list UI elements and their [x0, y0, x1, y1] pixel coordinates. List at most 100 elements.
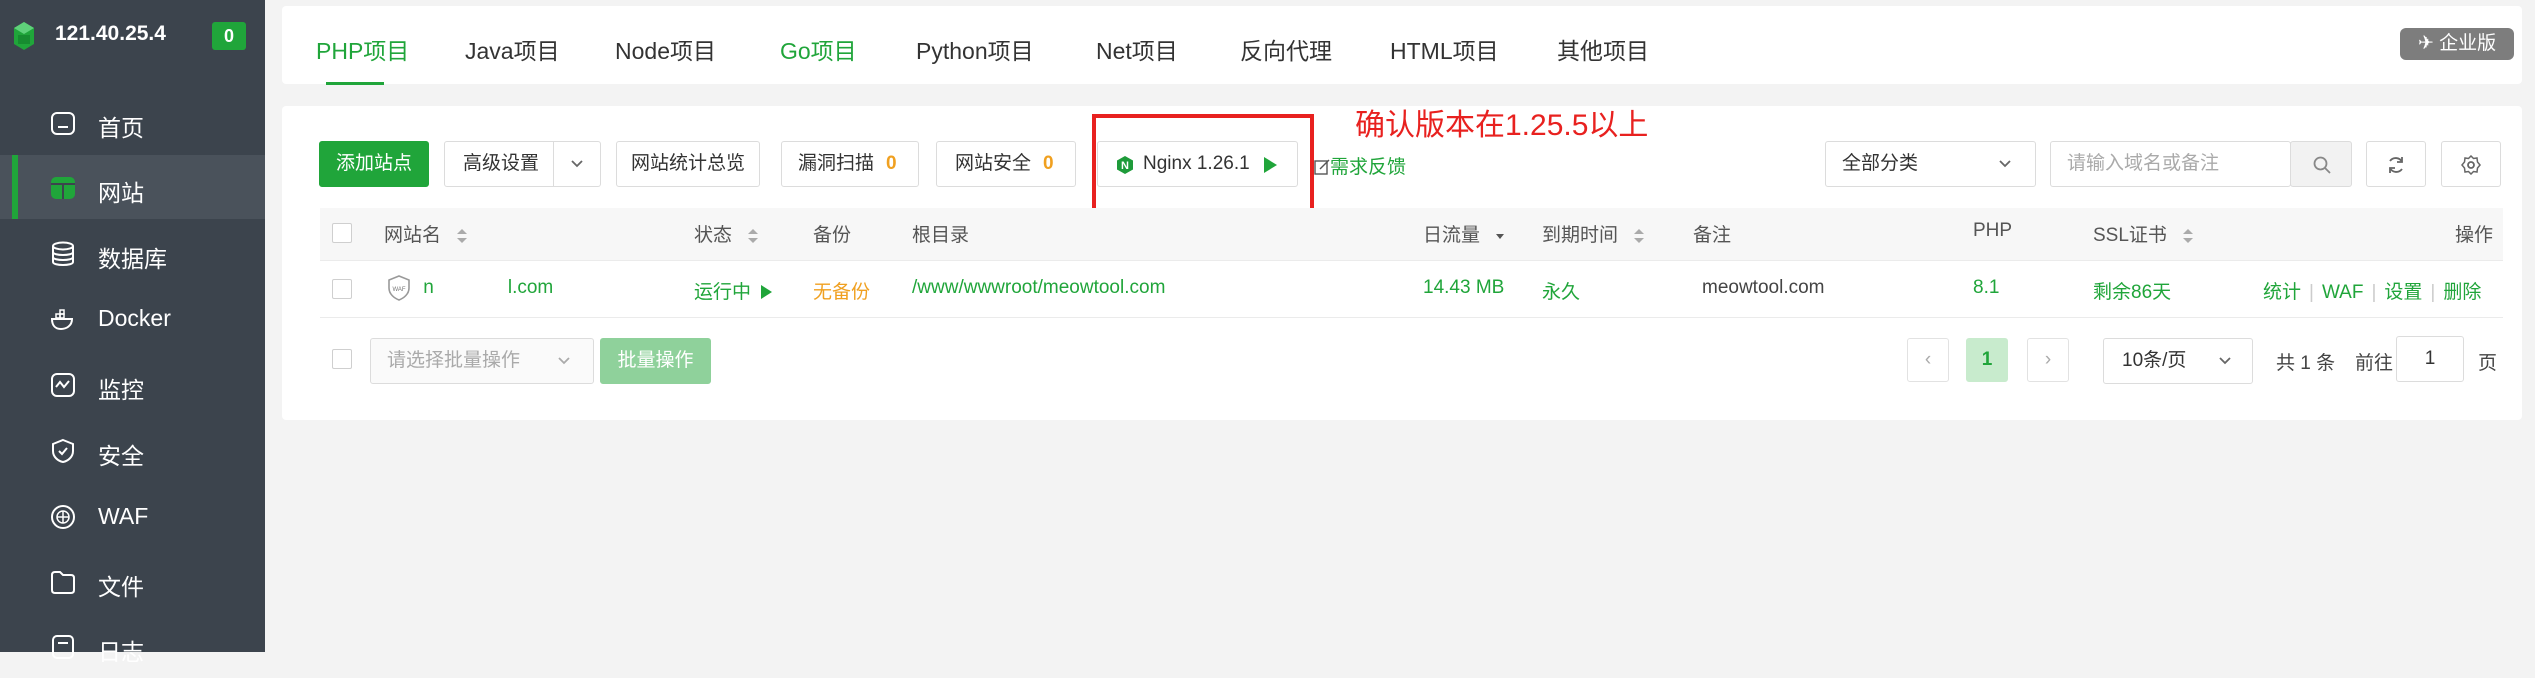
shield-icon	[52, 438, 74, 464]
column-label: 日流量	[1423, 225, 1481, 246]
log-icon	[52, 635, 74, 659]
action-delete-link[interactable]: 删除	[2443, 282, 2481, 303]
expiry-cell[interactable]: 永久	[1542, 277, 1580, 304]
sidebar-item-website[interactable]: 网站	[0, 155, 265, 219]
chevron-down-icon	[2219, 357, 2231, 365]
traffic-cell[interactable]: 14.43 MB	[1423, 277, 1504, 299]
site-security-button[interactable]: 网站安全 0	[936, 141, 1076, 187]
tab-other[interactable]: 其他项目	[1557, 32, 1649, 66]
prev-page-button[interactable]: ‹	[1907, 338, 1949, 382]
server-info[interactable]: 121.40.25.4 0	[0, 0, 265, 72]
category-select[interactable]: 全部分类	[1825, 141, 2036, 187]
root-dir-link[interactable]: /www/wwwroot/meowtool.com	[912, 277, 1165, 299]
site-security-label: 网站安全	[955, 153, 1032, 174]
column-label: 到期时间	[1542, 225, 1619, 246]
note-cell[interactable]: meowtool.com	[1702, 277, 1825, 299]
search-icon	[2313, 156, 2331, 174]
sidebar-item-docker[interactable]: Docker	[0, 286, 265, 350]
separator: |	[2371, 282, 2377, 303]
sidebar-item-monitor[interactable]: 监控	[0, 352, 265, 416]
divider	[553, 142, 554, 186]
column-backup: 备份	[813, 225, 852, 246]
action-stats-link[interactable]: 统计	[2263, 282, 2301, 303]
feedback-link[interactable]: 需求反馈	[1314, 152, 1406, 179]
site-name-prefix: n	[423, 277, 434, 299]
ssl-cell[interactable]: 剩余86天	[2093, 277, 2171, 304]
page-number-current[interactable]: 1	[1966, 338, 2008, 382]
vuln-scan-label: 漏洞扫描	[798, 153, 875, 174]
site-stats-overview-button[interactable]: 网站统计总览	[616, 141, 760, 187]
sidebar-item-home[interactable]: 首页	[0, 90, 265, 154]
batch-action-button[interactable]: 批量操作	[600, 338, 711, 384]
row-checkbox[interactable]	[332, 279, 352, 299]
sidebar-item-files[interactable]: 文件	[0, 549, 265, 613]
status-cell[interactable]: 运行中	[694, 277, 773, 304]
column-status[interactable]: 状态	[694, 220, 759, 247]
action-waf-link[interactable]: WAF	[2322, 282, 2364, 303]
select-all-checkbox[interactable]	[332, 223, 352, 243]
play-icon	[761, 285, 773, 299]
sidebar-item-label: 首页	[98, 115, 144, 141]
column-site-name[interactable]: 网站名	[384, 220, 468, 247]
sidebar-item-label: 监控	[98, 377, 144, 403]
docker-icon	[50, 309, 74, 331]
sidebar-item-label: 数据库	[98, 246, 167, 272]
search-button[interactable]	[2290, 141, 2352, 187]
column-note: 备注	[1693, 225, 1732, 246]
sidebar-item-label: 网站	[98, 180, 144, 206]
footer-select-all-checkbox[interactable]	[332, 349, 352, 369]
sidebar-item-label: 文件	[98, 574, 144, 600]
tab-node[interactable]: Node项目	[615, 32, 716, 66]
sidebar-item-waf[interactable]: WAF	[0, 484, 265, 548]
settings-button[interactable]	[2441, 141, 2501, 187]
enterprise-button[interactable]: ✈ 企业版	[2400, 28, 2514, 60]
status-label: 运行中	[694, 282, 752, 303]
refresh-button[interactable]	[2366, 141, 2426, 187]
page-size-value: 10条/页	[2122, 350, 2187, 371]
tab-net[interactable]: Net项目	[1096, 32, 1178, 66]
tab-python[interactable]: Python项目	[916, 32, 1034, 66]
tab-reverse-proxy[interactable]: 反向代理	[1240, 32, 1332, 66]
column-expiry[interactable]: 到期时间	[1542, 220, 1645, 247]
server-logo-icon	[14, 22, 34, 50]
chevron-down-icon	[558, 357, 570, 365]
feedback-label: 需求反馈	[1330, 157, 1407, 178]
sidebar-item-security[interactable]: 安全	[0, 418, 265, 482]
tab-go[interactable]: Go项目	[780, 32, 857, 66]
column-root-dir: 根目录	[912, 225, 970, 246]
page-size-select[interactable]: 10条/页	[2103, 338, 2253, 384]
goto-label: 前往	[2355, 353, 2394, 374]
column-label: 网站名	[384, 225, 442, 246]
batch-action-placeholder: 请选择批量操作	[387, 350, 521, 371]
sidebar-item-logs[interactable]: 日志	[0, 614, 265, 678]
add-site-button[interactable]: 添加站点	[319, 141, 429, 187]
site-name-cell[interactable]: WAF n l.com	[386, 274, 553, 302]
annotation-text: 确认版本在1.25.5以上	[1355, 109, 1649, 142]
rocket-icon: ✈	[2417, 33, 2440, 54]
php-version-cell[interactable]: 8.1	[1973, 277, 1999, 299]
chevron-down-icon	[571, 160, 583, 168]
tab-html[interactable]: HTML项目	[1390, 32, 1499, 66]
goto-page-input[interactable]: 1	[2396, 336, 2464, 382]
database-icon	[52, 241, 74, 266]
sort-icon	[748, 228, 759, 243]
tab-php[interactable]: PHP项目	[316, 32, 409, 66]
project-tabs: PHP项目 Java项目 Node项目 Go项目 Python项目 Net项目 …	[282, 6, 2522, 85]
column-ssl[interactable]: SSL证书	[2093, 220, 2194, 247]
column-traffic[interactable]: 日流量	[1423, 220, 1505, 247]
backup-cell[interactable]: 无备份	[813, 277, 870, 304]
advanced-settings-dropdown[interactable]: 高级设置	[444, 141, 601, 187]
separator: |	[2430, 282, 2436, 303]
sidebar-item-label: WAF	[98, 503, 149, 529]
search-input[interactable]: 请输入域名或备注	[2050, 141, 2291, 187]
tab-java[interactable]: Java项目	[465, 32, 560, 66]
sidebar-item-database[interactable]: 数据库	[0, 221, 265, 285]
home-icon	[51, 112, 75, 135]
site-name-suffix: l.com	[507, 277, 554, 299]
notification-badge[interactable]: 0	[212, 22, 246, 50]
vuln-scan-button[interactable]: 漏洞扫描 0	[781, 141, 919, 187]
column-actions: 操作	[2455, 225, 2494, 246]
batch-action-select[interactable]: 请选择批量操作	[370, 338, 594, 384]
next-page-button[interactable]: ›	[2027, 338, 2069, 382]
action-settings-link[interactable]: 设置	[2384, 282, 2422, 303]
